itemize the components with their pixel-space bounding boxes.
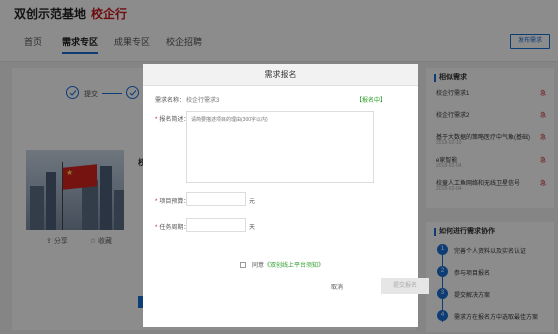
budget-label-text: 项目预算： bbox=[159, 199, 190, 205]
submit-signup-button[interactable]: 提交报名 bbox=[381, 278, 429, 294]
status-badge: 【报名中】 bbox=[355, 98, 386, 104]
signup-modal: 需求报名 需求名称： 校企行需求3 【报名中】 *报名简述： *项目预算： 元 … bbox=[143, 64, 429, 327]
brief-label: * 报名简述： bbox=[155, 114, 189, 123]
demand-name-value: 校企行需求3 bbox=[186, 98, 220, 104]
period-unit: 天 bbox=[249, 225, 256, 231]
period-label: * 任务周期： bbox=[155, 222, 189, 231]
brief-textarea[interactable] bbox=[186, 111, 374, 183]
period-label-text: 任务周期： bbox=[159, 225, 190, 231]
required-mark: * bbox=[155, 199, 158, 205]
agree-row: 同意《双创线上平台须知》 bbox=[240, 260, 324, 269]
modal-title: 需求报名 bbox=[143, 64, 418, 86]
brief-label-text: 报名简述： bbox=[159, 117, 190, 123]
required-mark: * bbox=[155, 225, 158, 231]
required-mark: * bbox=[155, 117, 158, 123]
platform-terms-link[interactable]: 《双创线上平台须知》 bbox=[264, 263, 324, 269]
agree-checkbox[interactable] bbox=[240, 262, 246, 269]
budget-label: * 项目预算： bbox=[155, 196, 189, 205]
budget-input[interactable] bbox=[186, 192, 246, 206]
demand-name-label: 需求名称： bbox=[155, 98, 186, 104]
period-input[interactable] bbox=[186, 218, 246, 232]
budget-unit: 元 bbox=[249, 199, 256, 205]
agree-text: 同意 bbox=[252, 263, 265, 269]
cancel-button[interactable]: 取消 bbox=[331, 282, 343, 291]
